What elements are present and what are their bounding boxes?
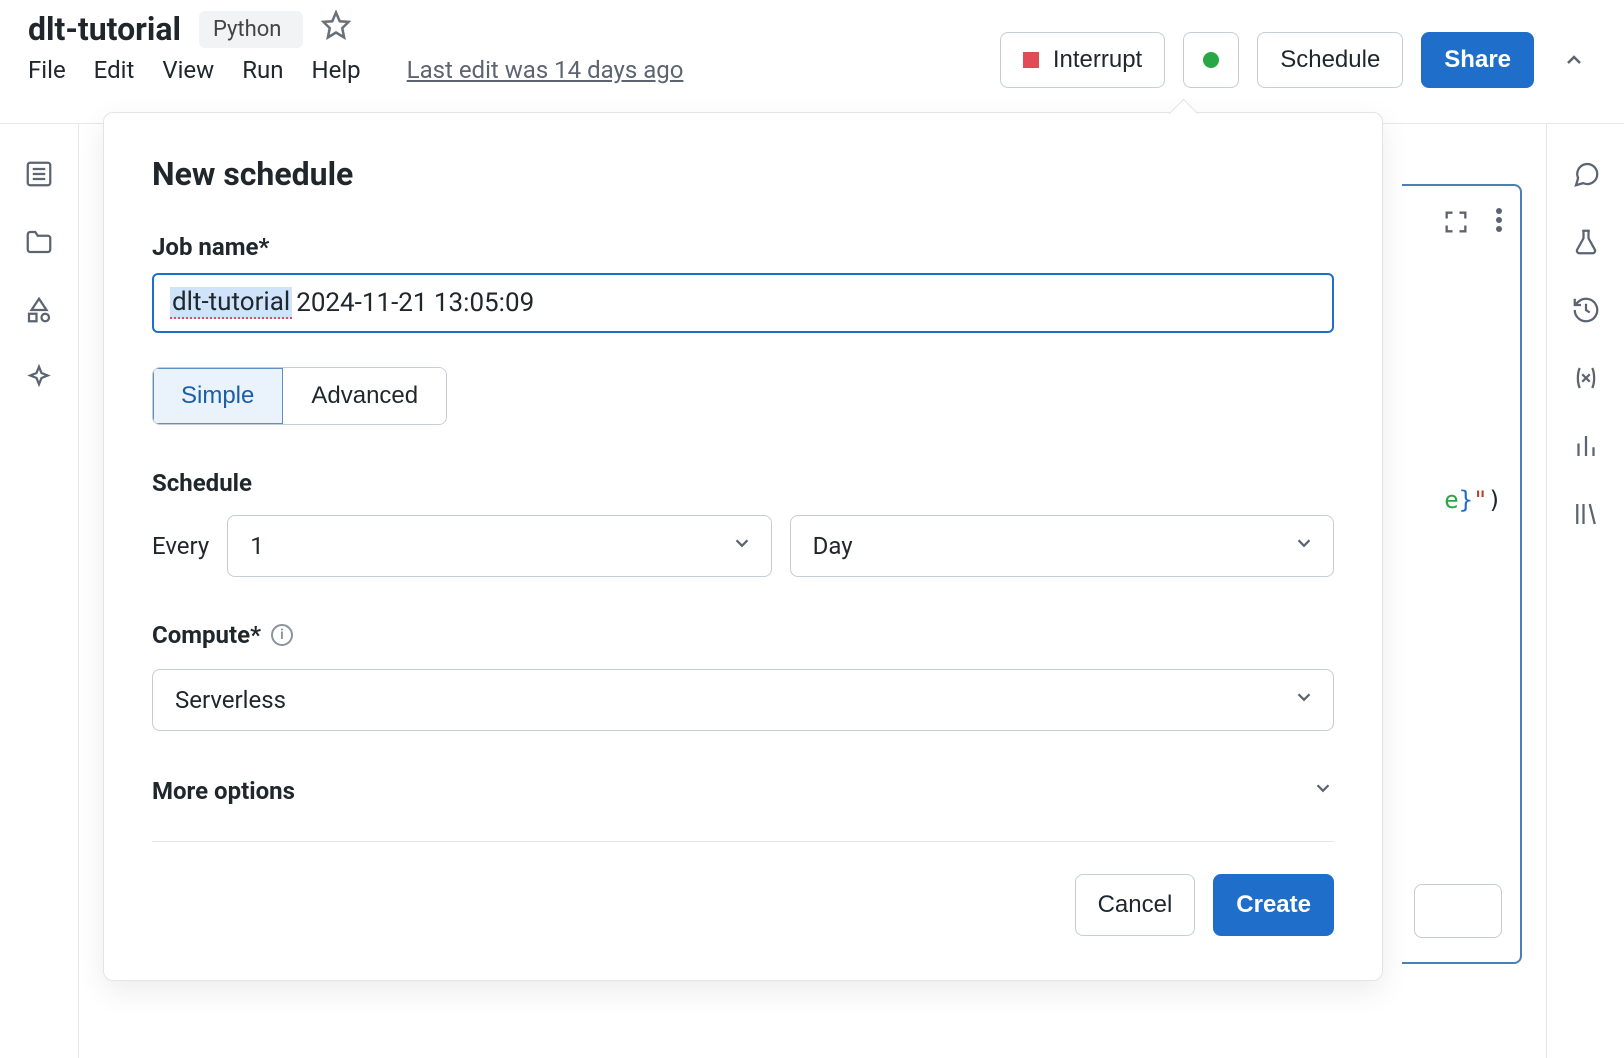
mode-toggle: Simple Advanced [152,367,447,425]
share-label: Share [1444,46,1511,74]
schedule-button[interactable]: Schedule [1257,32,1403,88]
compute-section-label: Compute* i [152,621,1334,649]
every-label: Every [152,532,209,560]
interval-value: 1 [250,532,264,560]
beaker-icon[interactable] [1570,226,1602,258]
schedule-label: Schedule [1280,46,1380,74]
schedule-section-label: Schedule [152,469,1334,497]
schedule-popover: New schedule Job name* dlt-tutorial 2024… [103,112,1383,981]
notebook-title[interactable]: dlt-tutorial [28,10,181,48]
top-bar: dlt-tutorial Python File Edit View Run H… [0,0,1624,124]
last-edit-link[interactable]: Last edit was 14 days ago [407,56,684,84]
chevron-down-icon [731,532,753,560]
star-icon[interactable] [321,10,351,48]
chevron-down-icon [1312,777,1334,805]
stop-icon [1023,52,1039,68]
interrupt-button[interactable]: Interrupt [1000,32,1165,88]
code-cell[interactable]: e}") [1402,184,1522,964]
tab-advanced[interactable]: Advanced [283,368,446,424]
language-chip[interactable]: Python [199,11,303,48]
job-name-input[interactable] [152,273,1334,333]
comment-icon[interactable] [1570,158,1602,190]
more-options-label: More options [152,777,295,805]
more-options-toggle[interactable]: More options [152,777,1334,805]
cancel-button[interactable]: Cancel [1075,874,1196,936]
history-icon[interactable] [1570,294,1602,326]
left-rail [0,124,78,1058]
unit-select[interactable]: Day [790,515,1334,577]
menu-file[interactable]: File [28,56,66,84]
cell-output-box [1414,884,1502,938]
create-button[interactable]: Create [1213,874,1334,936]
menu-run[interactable]: Run [242,56,283,84]
interval-select[interactable]: 1 [227,515,771,577]
right-rail [1546,124,1624,1058]
menu-bar: File Edit View Run Help Last edit was 14… [28,56,683,84]
menu-help[interactable]: Help [311,56,360,84]
unit-value: Day [813,532,853,560]
share-button[interactable]: Share [1421,32,1534,88]
status-indicator-button[interactable] [1183,32,1239,88]
menu-edit[interactable]: Edit [94,56,135,84]
popover-title: New schedule [152,155,1334,193]
status-dot-icon [1203,52,1219,68]
code-fragment: e}") [1444,486,1502,514]
divider [152,841,1334,842]
shapes-icon[interactable] [23,294,55,326]
chevron-down-icon [1293,686,1315,714]
job-name-label: Job name* [152,233,1334,261]
toc-icon[interactable] [23,158,55,190]
info-icon[interactable]: i [271,624,293,646]
chevron-down-icon [1293,532,1315,560]
tab-simple[interactable]: Simple [153,368,283,424]
notebook-canvas: e}") New schedule Job name* dlt-tutorial… [78,124,1546,1058]
library-icon[interactable] [1570,498,1602,530]
chart-icon[interactable] [1570,430,1602,462]
folder-icon[interactable] [23,226,55,258]
menu-view[interactable]: View [162,56,214,84]
language-label: Python [213,17,281,42]
interrupt-label: Interrupt [1053,46,1142,74]
variables-icon[interactable] [1570,362,1602,394]
collapse-header-button[interactable] [1552,32,1596,88]
expand-icon[interactable] [1442,208,1470,240]
compute-select[interactable]: Serverless [152,669,1334,731]
compute-value: Serverless [175,686,286,714]
sparkle-icon[interactable] [23,362,55,394]
kebab-icon[interactable] [1496,208,1502,240]
